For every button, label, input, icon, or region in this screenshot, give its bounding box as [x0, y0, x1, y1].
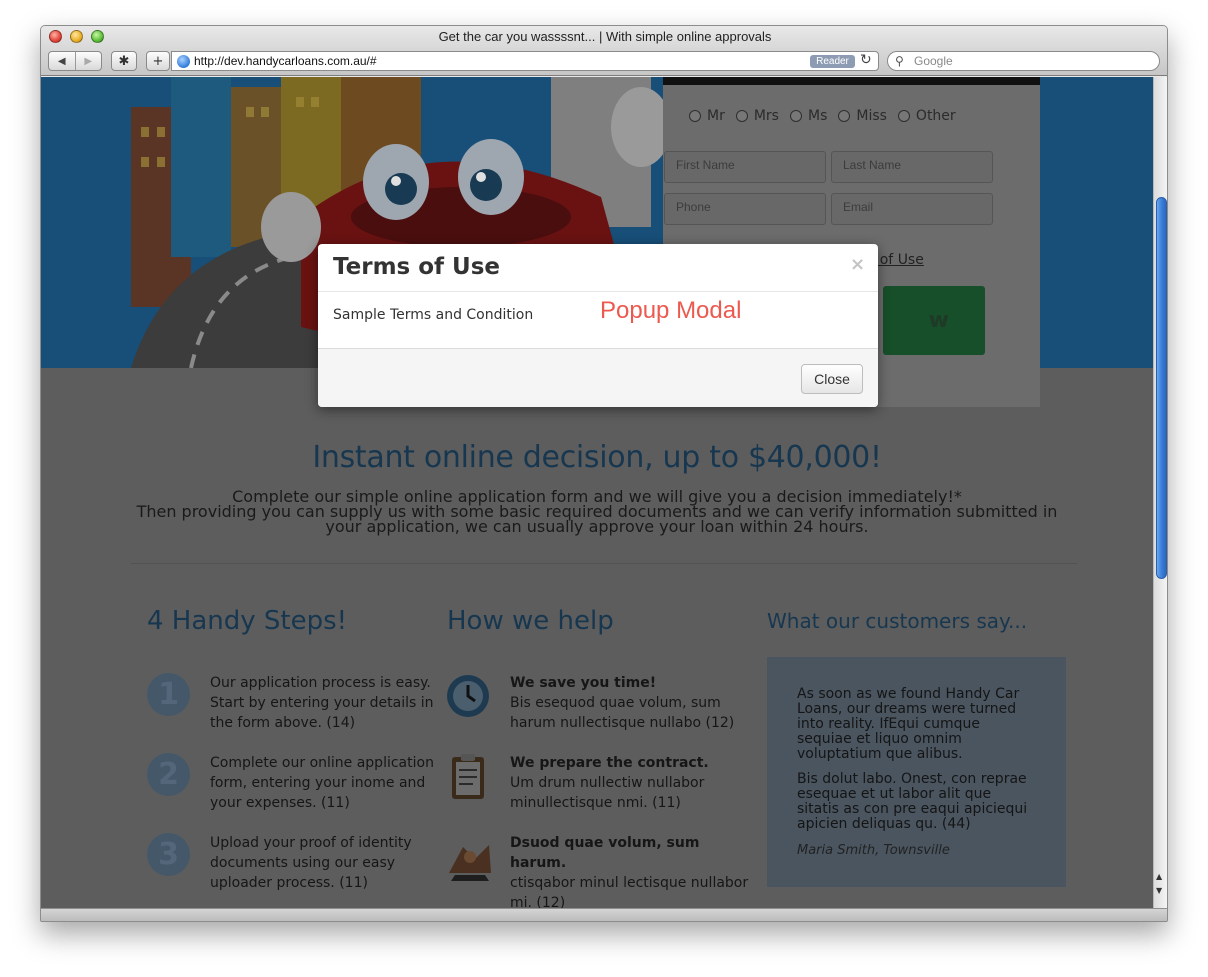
- help-item-text: Bis esequod quae volum, sum harum nullec…: [510, 695, 735, 731]
- browser-window: Get the car you wassssnt... | With simpl…: [40, 25, 1168, 922]
- step-number-3: 3: [147, 833, 190, 876]
- modal-footer: Close: [318, 348, 878, 407]
- step-number-1: 1: [147, 673, 190, 716]
- address-bar[interactable]: http://dev.handycarloans.com.au/# Reader…: [171, 51, 879, 71]
- title-label: Miss: [856, 108, 887, 124]
- testimonials-heading: What our customers say...: [767, 609, 1028, 633]
- page-headline: Instant online decision, up to $40,000!: [312, 440, 882, 475]
- help-item-1: We save you time! Bis esequod quae volum…: [510, 673, 750, 733]
- first-name-field[interactable]: First Name: [664, 151, 826, 183]
- radio-icon[interactable]: [897, 110, 910, 122]
- testimonial-paragraph-1: As soon as we found Handy Car Loans, our…: [797, 686, 1020, 762]
- section-divider: [131, 563, 1077, 564]
- radio-icon[interactable]: [838, 110, 851, 122]
- intro-line-2: Then providing you can supply us with so…: [136, 502, 1058, 536]
- globe-icon: [177, 55, 190, 68]
- steps-heading: 4 Handy Steps!: [147, 606, 348, 636]
- popup-modal-annotation: Popup Modal: [600, 297, 742, 324]
- vertical-scrollbar[interactable]: ▲ ▼: [1153, 77, 1167, 908]
- title-option-ms[interactable]: Ms: [789, 108, 828, 124]
- step-text-3: Upload your proof of identity documents …: [210, 835, 412, 891]
- radio-icon[interactable]: [689, 110, 701, 122]
- close-icon[interactable]: ×: [850, 254, 865, 275]
- forward-arrow-icon[interactable]: ▶: [76, 52, 102, 70]
- scrollbar-thumb[interactable]: [1156, 197, 1167, 579]
- terms-modal: Terms of Use × Sample Terms and Conditio…: [318, 244, 878, 407]
- page-content: Mr Mrs Ms Miss Other First Name Last Nam…: [41, 77, 1153, 908]
- window-title: Get the car you wassssnt... | With simpl…: [438, 29, 772, 44]
- step-text-1: Our application process is easy. Start b…: [210, 675, 434, 731]
- form-top-bar: [663, 77, 1040, 85]
- url-text[interactable]: http://dev.handycarloans.com.au/#: [194, 54, 377, 68]
- title-label: Mr: [707, 108, 725, 124]
- testimonial-paragraph-2: Bis dolut labo. Onest, con repraе esequa…: [797, 771, 1028, 832]
- step-text-2: Complete our online application form, en…: [210, 755, 434, 811]
- handshake-icon: [445, 833, 491, 881]
- scroll-down-arrow-icon[interactable]: ▼: [1156, 886, 1162, 895]
- help-item-3: Dsuod quae volum, sum harum. ctisqabor m…: [510, 833, 750, 908]
- add-bookmark-button[interactable]: +: [146, 51, 170, 71]
- step-number-2: 2: [147, 753, 190, 796]
- modal-header-divider: [318, 291, 878, 292]
- clipboard-icon: [445, 753, 491, 799]
- email-field[interactable]: Email: [831, 193, 993, 225]
- title-label: Ms: [807, 108, 828, 124]
- title-bar: Get the car you wassssnt... | With simpl…: [41, 26, 1167, 76]
- help-heading: How we help: [447, 606, 614, 636]
- clock-icon: [445, 673, 491, 719]
- help-item-2: We prepare the contract. Um drum nullect…: [510, 753, 750, 813]
- apply-now-button[interactable]: w: [883, 286, 985, 355]
- modal-title: Terms of Use: [333, 254, 501, 280]
- testimonial-box: As soon as we found Handy Car Loans, our…: [767, 657, 1066, 887]
- help-item-title: We prepare the contract.: [510, 755, 709, 771]
- title-option-mr[interactable]: Mr: [689, 108, 725, 124]
- search-field[interactable]: ⚲ Google: [887, 51, 1160, 71]
- help-item-text: Um drum nullectiw nullabor minullectisqu…: [510, 775, 705, 811]
- last-name-field[interactable]: Last Name: [831, 151, 993, 183]
- help-item-title: We save you time!: [510, 675, 657, 691]
- back-arrow-icon[interactable]: ◀: [49, 52, 76, 70]
- reload-icon[interactable]: ↻: [860, 52, 872, 68]
- title-option-mrs[interactable]: Mrs: [735, 108, 779, 124]
- search-placeholder: Google: [914, 54, 953, 68]
- bug-icon[interactable]: ✱: [111, 51, 137, 71]
- help-item-text: ctisqabor minul lectisque nullabor mi. (…: [510, 875, 749, 908]
- status-bar: [41, 908, 1167, 921]
- scroll-up-arrow-icon[interactable]: ▲: [1156, 872, 1162, 881]
- testimonial-author: Maria Smith, Townsville: [797, 843, 950, 858]
- close-button[interactable]: Close: [801, 364, 863, 394]
- help-item-title: Dsuod quae volum, sum harum.: [510, 835, 700, 871]
- radio-icon[interactable]: [735, 110, 748, 122]
- radio-icon[interactable]: [789, 110, 802, 122]
- intro-text: Complete our simple online application f…: [136, 489, 1058, 536]
- modal-body-text: Sample Terms and Condition: [333, 307, 534, 323]
- search-icon: ⚲: [895, 54, 904, 68]
- title-radio-group: Mr Mrs Ms Miss Other: [689, 108, 956, 124]
- title-option-other[interactable]: Other: [897, 108, 956, 124]
- title-label: Other: [915, 108, 956, 124]
- reader-button[interactable]: Reader: [810, 55, 855, 68]
- phone-field[interactable]: Phone: [664, 193, 826, 225]
- title-option-miss[interactable]: Miss: [838, 108, 887, 124]
- title-label: Mrs: [753, 108, 779, 124]
- nav-buttons: ◀ ▶: [48, 51, 102, 71]
